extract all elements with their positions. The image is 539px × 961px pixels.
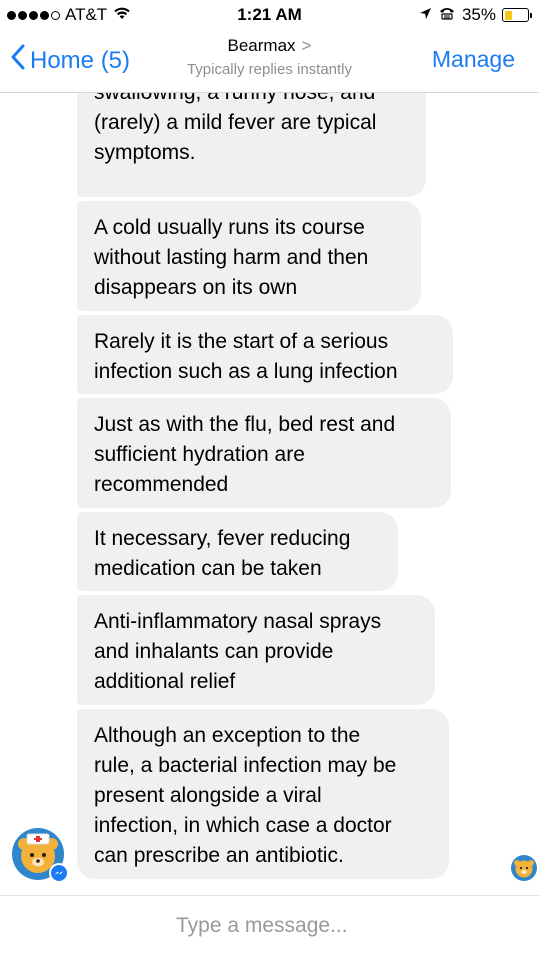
location-arrow-icon	[419, 5, 432, 25]
message-line: can prescribe an antibiotic.	[94, 844, 344, 867]
message-line: symptoms.	[94, 141, 196, 164]
message-bubble[interactable]: Rarely it is the start of a serious infe…	[77, 315, 453, 394]
message-bubble[interactable]: Just as with the flu, bed rest and suffi…	[77, 398, 451, 508]
message-line: It necessary, fever reducing	[94, 527, 351, 550]
message-line: A cold usually runs its course	[94, 216, 365, 239]
read-receipt-avatar	[511, 855, 537, 881]
message-line: infection, in which case a doctor	[94, 814, 392, 837]
message-line: without lasting harm and then	[94, 246, 369, 269]
message-line: rule, a bacterial infection may be	[94, 754, 397, 777]
conversation-header: Home (5) Bearmax > Typically replies inst…	[0, 30, 539, 93]
battery-percent: 35%	[461, 5, 496, 24]
tty-icon	[438, 5, 456, 25]
message-bubble[interactable]: Although an exception to the rule, a bac…	[77, 709, 449, 879]
message-list[interactable]: swallowing, a runny nose, and (rarely) a…	[0, 93, 539, 895]
manage-button[interactable]: Manage	[432, 46, 515, 73]
message-bubble[interactable]: It necessary, fever reducing medication …	[77, 512, 398, 591]
message-line: Just as with the flu, bed rest and	[94, 413, 396, 436]
message-bubble[interactable]: swallowing, a runny nose, and (rarely) a…	[77, 93, 426, 197]
message-line: infection such as a lung infection	[94, 360, 398, 383]
contact-name: Bearmax	[227, 36, 296, 55]
message-line: recommended	[94, 473, 229, 496]
chevron-right-icon: >	[301, 36, 312, 55]
message-line: Anti-inflammatory nasal sprays	[94, 610, 382, 633]
message-bubble[interactable]: A cold usually runs its course without l…	[77, 201, 421, 311]
battery-icon	[502, 8, 532, 22]
message-line: present alongside a viral	[94, 784, 322, 807]
message-line: and inhalants can provide	[94, 640, 334, 663]
message-line: additional relief	[94, 670, 236, 693]
message-composer	[0, 895, 539, 961]
messenger-icon	[49, 863, 69, 883]
message-bubble[interactable]: Anti-inflammatory nasal sprays and inhal…	[77, 595, 435, 705]
message-input[interactable]	[176, 914, 496, 938]
status-right: 35%	[419, 5, 532, 25]
message-line: disappears on its own	[94, 276, 298, 299]
message-line: sufficient hydration are	[94, 443, 305, 466]
message-line: (rarely) a mild fever are typical	[94, 111, 377, 134]
message-line: Although an exception to the	[94, 724, 361, 747]
status-bar: AT&T 1:21 AM 35%	[0, 0, 539, 30]
message-line: Rarely it is the start of a serious	[94, 330, 389, 353]
message-line: medication can be taken	[94, 557, 322, 580]
message-line: swallowing, a runny nose, and	[94, 93, 410, 108]
